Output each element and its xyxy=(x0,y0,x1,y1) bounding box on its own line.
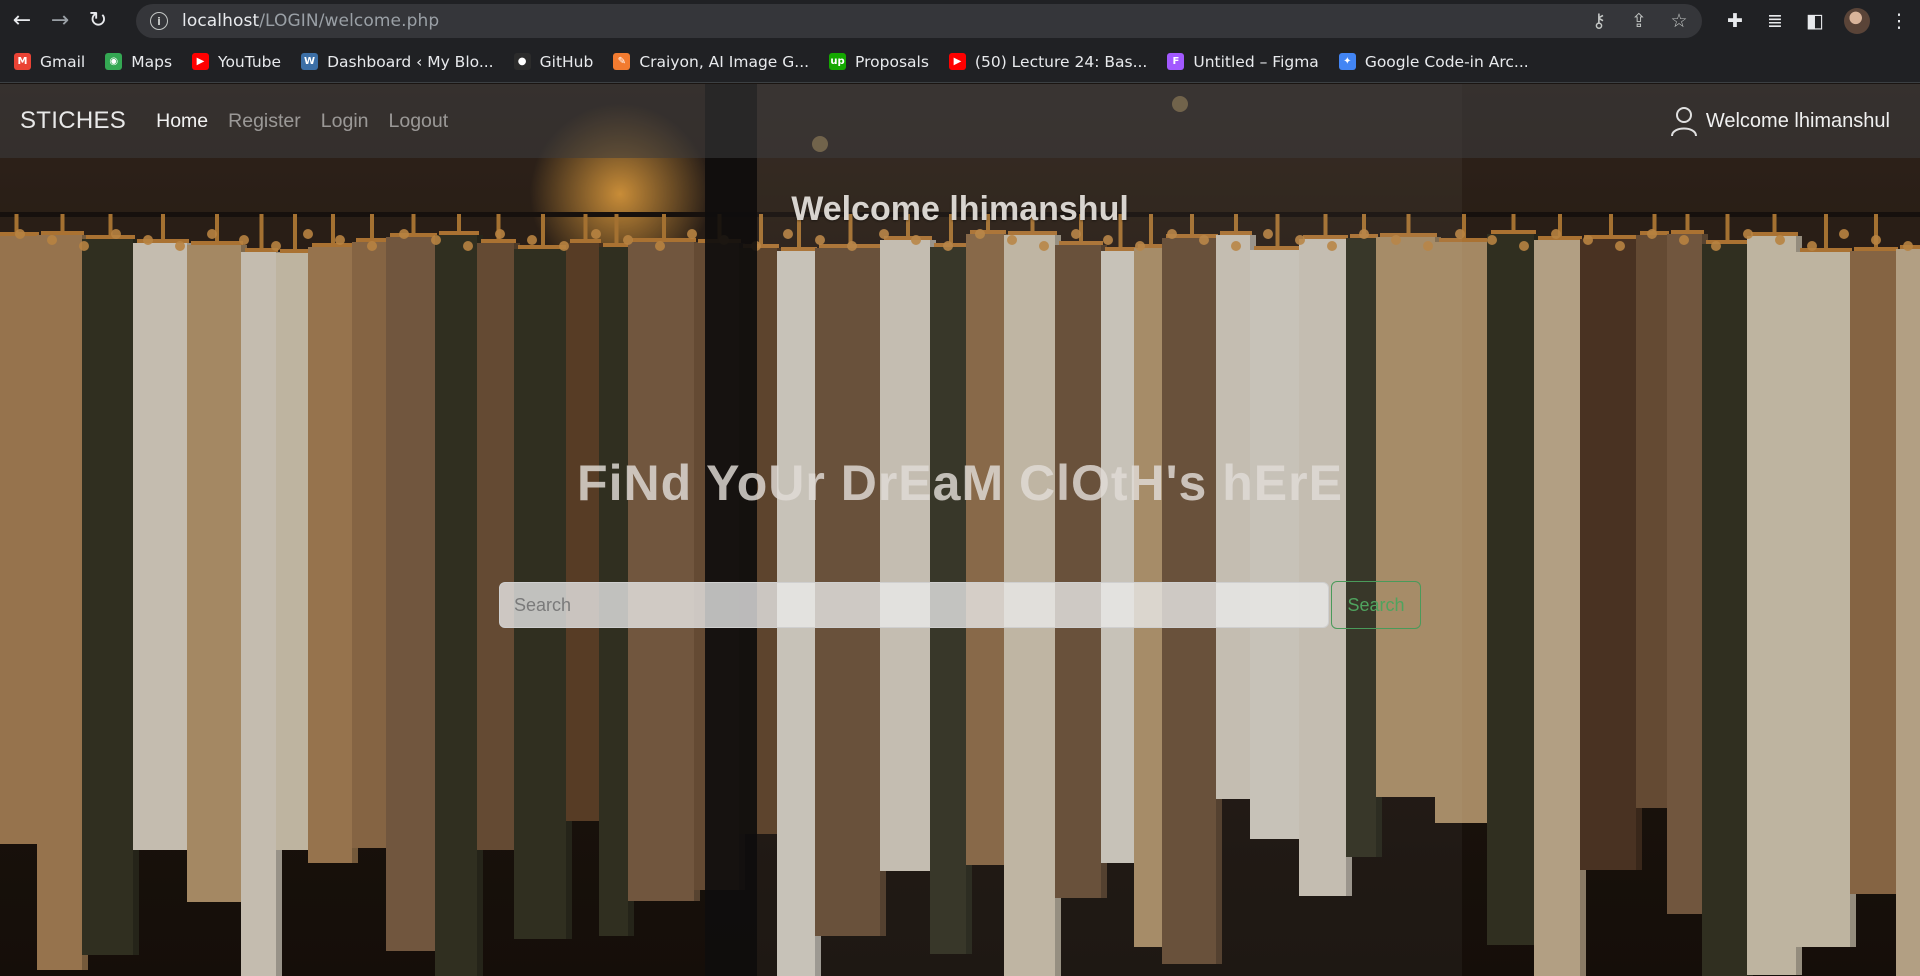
nav-register[interactable]: Register xyxy=(228,110,301,133)
site-brand[interactable]: STICHES xyxy=(20,107,126,135)
bookmark-favicon-icon: W xyxy=(301,53,319,70)
browser-toolbar: ← → ↻ i localhost/LOGIN/welcome.php ⚷ ⇪ … xyxy=(0,0,1920,41)
bookmark-item[interactable]: ◉ Maps xyxy=(105,53,172,71)
bookmark-favicon-icon: ◉ xyxy=(105,53,123,70)
bookmark-favicon-icon: ● xyxy=(513,53,531,70)
search-input[interactable] xyxy=(499,582,1329,628)
bookmark-favicon-icon: up xyxy=(829,53,847,70)
share-icon[interactable]: ⇪ xyxy=(1628,10,1650,32)
search-form: Search xyxy=(499,581,1421,629)
bookmark-item[interactable]: W Dashboard ‹ My Blo... xyxy=(301,53,494,71)
bookmark-favicon-icon: ▶ xyxy=(948,53,966,70)
bookmark-label: (50) Lecture 24: Bas... xyxy=(974,52,1148,71)
bookmark-item[interactable]: ● GitHub xyxy=(513,52,594,71)
bookmarks-bar: M Gmail ◉ Maps ▶ YouTube W Dashboard ‹ My Blo..… xyxy=(0,41,1920,83)
menu-icon[interactable]: ⋮ xyxy=(1888,10,1910,32)
bookmark-label: Maps xyxy=(131,52,173,71)
user-icon xyxy=(1670,107,1697,137)
bookmark-item[interactable]: ✦ Google Code-in Arc... xyxy=(1338,52,1529,71)
bookmark-label: Craiyon, AI Image G... xyxy=(639,52,810,71)
bookmark-label: Dashboard ‹ My Blo... xyxy=(327,52,494,71)
url-text[interactable]: localhost/LOGIN/welcome.php xyxy=(182,11,439,31)
profile-avatar[interactable] xyxy=(1844,7,1870,34)
welcome-heading: Welcome lhimanshul xyxy=(791,190,1129,228)
bookmark-item[interactable]: ✎ Craiyon, AI Image G... xyxy=(613,53,809,71)
extensions-icon[interactable]: ✚ xyxy=(1724,10,1746,32)
bookmark-label: Gmail xyxy=(40,52,86,71)
bookmark-item[interactable]: F Untitled – Figma xyxy=(1167,52,1319,71)
bookmark-item[interactable]: up Proposals xyxy=(829,53,929,71)
nav-login[interactable]: Login xyxy=(321,110,369,133)
side-panel-icon[interactable]: ◧ xyxy=(1804,10,1826,32)
bookmark-item[interactable]: ▶ (50) Lecture 24: Bas... xyxy=(948,52,1148,71)
bookmark-label: GitHub xyxy=(539,52,594,71)
nav-home[interactable]: Home xyxy=(156,110,208,133)
bookmark-item[interactable]: M Gmail xyxy=(14,53,85,71)
forward-icon[interactable]: → xyxy=(44,5,76,37)
bookmark-favicon-icon: ✦ xyxy=(1338,53,1356,70)
search-button[interactable]: Search xyxy=(1331,581,1421,629)
bookmark-label: Untitled – Figma xyxy=(1193,52,1319,71)
address-bar[interactable]: i localhost/LOGIN/welcome.php ⚷ ⇪ ☆ xyxy=(136,4,1702,38)
site-info-icon[interactable]: i xyxy=(150,12,168,30)
bookmark-favicon-icon: ✎ xyxy=(613,53,631,70)
bookmark-favicon-icon: ▶ xyxy=(192,53,210,70)
bookmark-favicon-icon: F xyxy=(1167,53,1185,70)
reload-icon[interactable]: ↻ xyxy=(82,5,114,37)
bookmark-label: Proposals xyxy=(855,52,929,71)
bookmark-label: Google Code-in Arc... xyxy=(1364,52,1529,71)
page-viewport: STICHES Home Register Login Logout Welco… xyxy=(0,84,1920,976)
back-icon[interactable]: ← xyxy=(6,5,38,37)
bookmark-star-icon[interactable]: ☆ xyxy=(1668,10,1690,32)
welcome-nav-text: Welcome lhimanshul xyxy=(1705,109,1890,132)
user-welcome: Welcome lhimanshul xyxy=(1670,84,1890,158)
bookmark-item[interactable]: ▶ YouTube xyxy=(192,53,281,71)
nav-logout[interactable]: Logout xyxy=(389,110,449,133)
media-icon[interactable]: ≣ xyxy=(1764,10,1786,32)
bookmark-favicon-icon: M xyxy=(14,53,31,70)
site-navbar: STICHES Home Register Login Logout Welco… xyxy=(0,84,1920,158)
key-icon[interactable]: ⚷ xyxy=(1588,10,1610,32)
bookmark-label: YouTube xyxy=(218,52,282,71)
hero-tagline: FiNd YoUr DrEaM ClOtH's hErE xyxy=(577,455,1343,511)
